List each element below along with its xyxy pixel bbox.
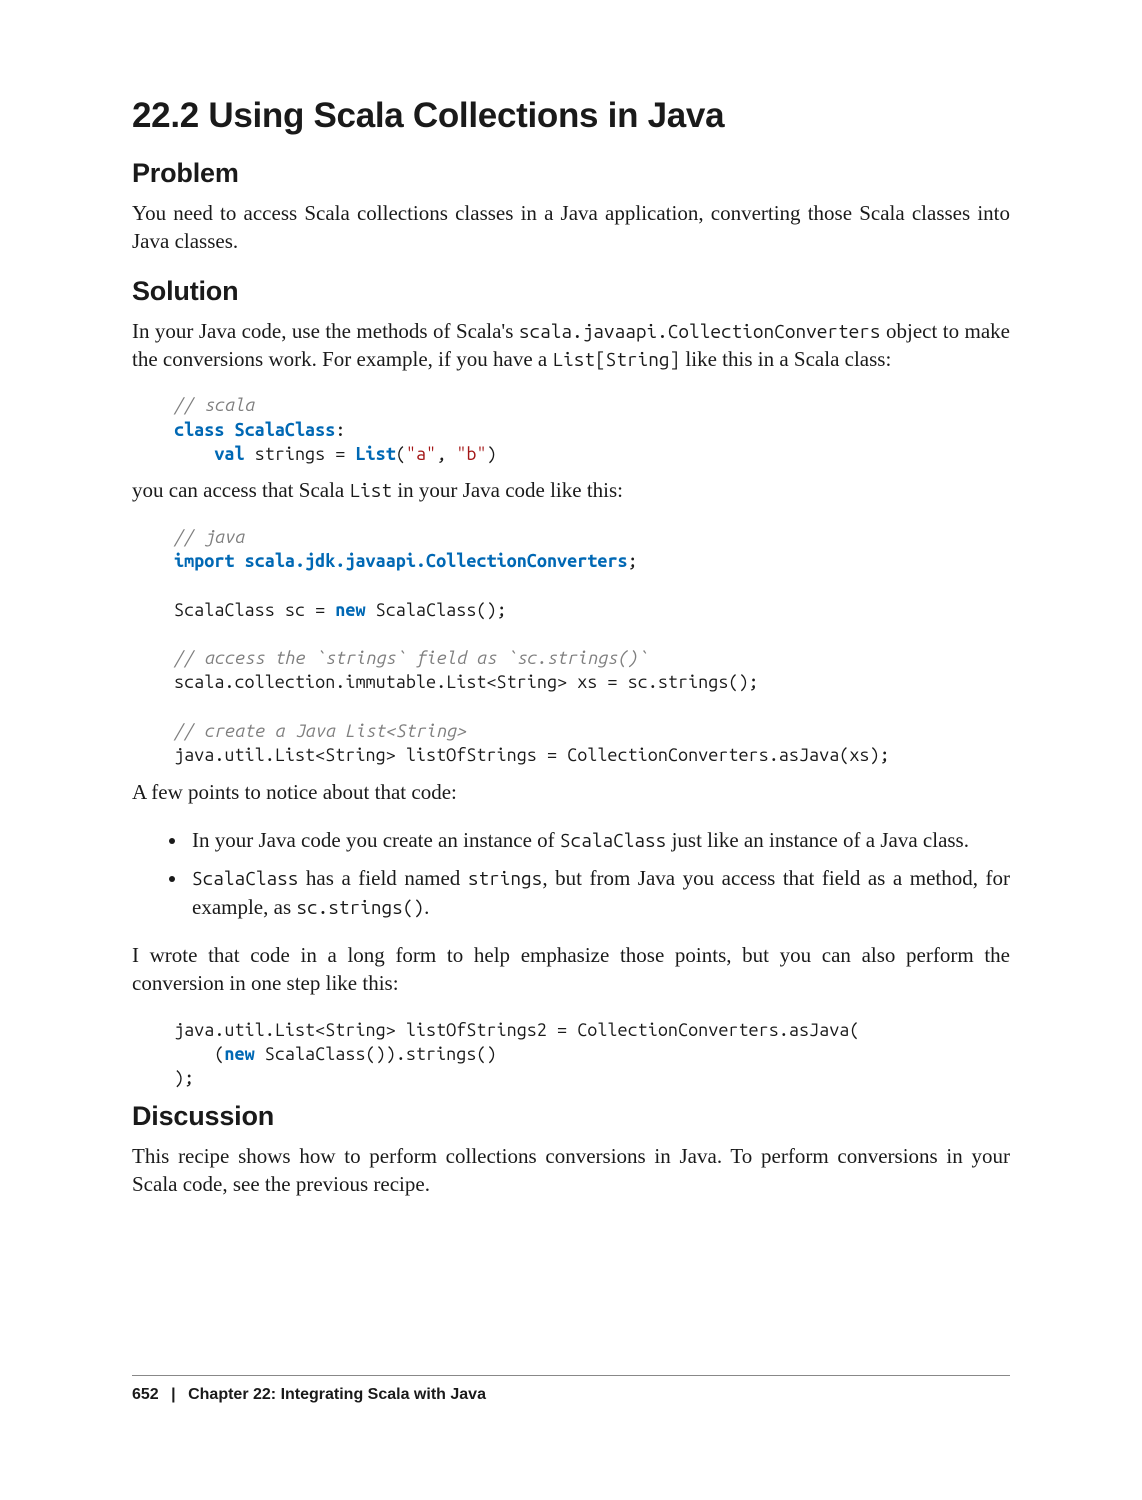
solution-paragraph-4: I wrote that code in a long form to help… [132, 941, 1010, 998]
inline-code: ScalaClass [192, 867, 298, 889]
code-text: ); [174, 1068, 194, 1088]
code-keyword: new [224, 1044, 254, 1064]
code-comment: // java [174, 527, 245, 547]
code-text: java.util.List<String> listOfStrings2 = … [174, 1020, 859, 1040]
code-package: scala.jdk.javaapi.CollectionConverters [245, 551, 628, 571]
page-footer: 652 | Chapter 22: Integrating Scala with… [132, 1375, 1010, 1404]
code-comment: // access the `strings` field as `sc.str… [174, 648, 648, 668]
code-text: , [436, 444, 456, 464]
section-title: 22.2 Using Scala Collections in Java [132, 96, 1010, 136]
solution-paragraph-1: In your Java code, use the methods of Sc… [132, 317, 1010, 374]
code-text: scala.collection.immutable.List<String> … [174, 672, 759, 692]
code-class: ScalaClass [235, 420, 336, 440]
footer-separator: | [171, 1386, 175, 1403]
text: In your Java code you create an instance… [192, 828, 560, 852]
code-block-java-2: java.util.List<String> listOfStrings2 = … [174, 1018, 1010, 1091]
code-keyword: class [174, 420, 224, 440]
inline-code: scala.javaapi.CollectionConverters [519, 320, 881, 342]
inline-code: List [350, 479, 393, 501]
chapter-label: Chapter 22: Integrating Scala with Java [188, 1386, 486, 1403]
code-comment: // scala [174, 395, 255, 415]
text: like this in a Scala class: [680, 347, 891, 371]
code-block-scala: // scala class ScalaClass: val strings =… [174, 393, 1010, 466]
inline-code: strings [468, 867, 542, 889]
code-text: ; [628, 551, 638, 571]
discussion-paragraph: This recipe shows how to perform collect… [132, 1142, 1010, 1199]
heading-solution: Solution [132, 276, 1010, 307]
code-text: : [335, 420, 345, 440]
inline-code: ScalaClass [560, 829, 666, 851]
code-text: ( [174, 1044, 224, 1064]
text: has a field named [298, 866, 467, 890]
code-keyword: new [335, 600, 365, 620]
code-text: strings = [245, 444, 356, 464]
bullet-list: In your Java code you create an instance… [132, 826, 1010, 921]
code-string: "a" [406, 444, 436, 464]
code-keyword: val [214, 444, 244, 464]
code-string: "b" [456, 444, 486, 464]
heading-problem: Problem [132, 158, 1010, 189]
problem-paragraph: You need to access Scala collections cla… [132, 199, 1010, 256]
text: just like an instance of a Java class. [666, 828, 969, 852]
inline-code: List[String] [552, 348, 680, 370]
inline-code: sc.strings() [296, 896, 424, 918]
code-keyword: List [355, 444, 395, 464]
heading-discussion: Discussion [132, 1101, 1010, 1132]
text: In your Java code, use the methods of Sc… [132, 319, 519, 343]
code-text: ) [487, 444, 497, 464]
code-text: ScalaClass()).strings() [255, 1044, 497, 1064]
text: in your Java code like this: [392, 478, 623, 502]
solution-paragraph-2: you can access that Scala List in your J… [132, 476, 1010, 504]
code-comment: // create a Java List<String> [174, 721, 466, 741]
code-text: java.util.List<String> listOfStrings = C… [174, 745, 890, 765]
list-item: ScalaClass has a field named strings, bu… [188, 864, 1010, 921]
code-text: ScalaClass sc = [174, 600, 335, 620]
code-text: ( [396, 444, 406, 464]
solution-paragraph-3: A few points to notice about that code: [132, 778, 1010, 806]
code-keyword: import [174, 551, 234, 571]
list-item: In your Java code you create an instance… [188, 826, 1010, 854]
page-number: 652 [132, 1386, 159, 1403]
code-block-java-1: // java import scala.jdk.javaapi.Collect… [174, 525, 1010, 768]
text: . [424, 895, 429, 919]
text: you can access that Scala [132, 478, 350, 502]
page: 22.2 Using Scala Collections in Java Pro… [0, 0, 1142, 1500]
code-text: ScalaClass(); [366, 600, 507, 620]
